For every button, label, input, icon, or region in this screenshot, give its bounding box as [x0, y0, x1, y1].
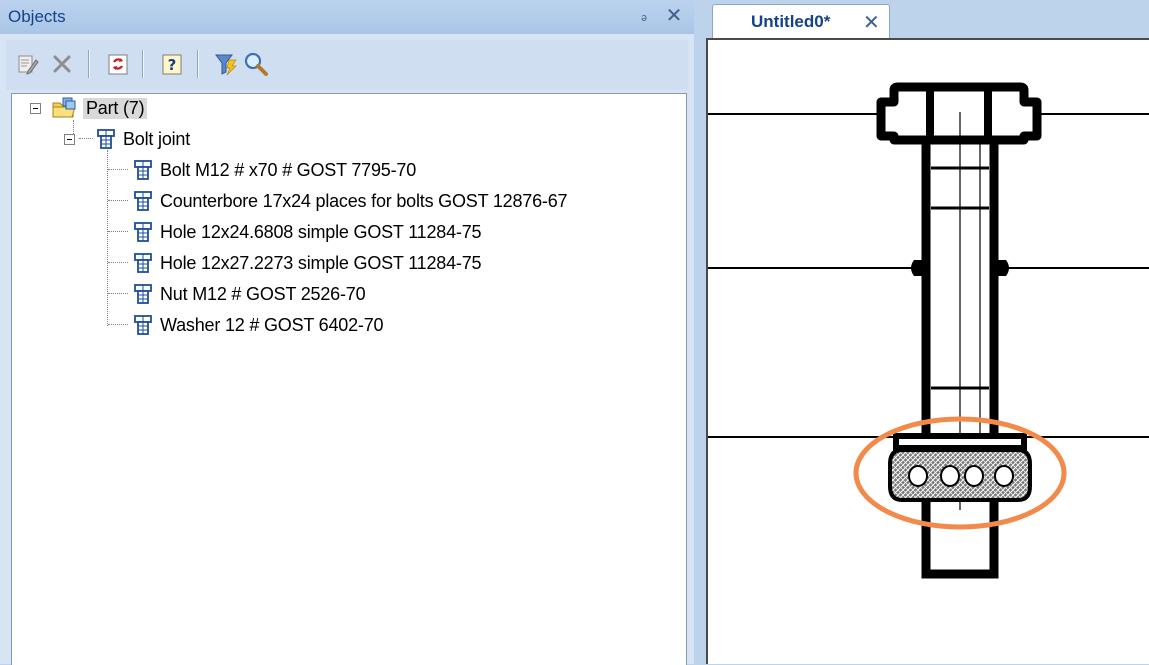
- tree-connector: [108, 324, 128, 325]
- tree-node-label: Hole 12x27.2273 simple GOST 11284-75: [160, 252, 482, 273]
- washer: [893, 433, 1027, 451]
- objects-panel: Objects ₔ ✕ ? Part (7) Bolt joint Bolt M…: [0, 0, 694, 665]
- drawing-canvas[interactable]: [706, 38, 1149, 664]
- tree-node-part[interactable]: Part (7): [30, 94, 148, 122]
- bolt-head: [876, 82, 1042, 145]
- document-area: Untitled0* ✕: [694, 0, 1149, 664]
- tree-node-label: Nut M12 # GOST 2526-70: [160, 283, 366, 304]
- folder-part-icon: [51, 97, 77, 119]
- pin-icon[interactable]: ₔ: [634, 5, 654, 27]
- tree-connector: [108, 293, 128, 294]
- close-tab-icon[interactable]: ✕: [863, 10, 880, 35]
- tree-connector: [107, 150, 108, 326]
- tree-connector: [108, 231, 128, 232]
- help-icon[interactable]: ?: [158, 50, 186, 78]
- nut-hole: [908, 465, 928, 487]
- tab-untitled0[interactable]: Untitled0* ✕: [712, 4, 890, 38]
- objects-panel-title: Objects: [8, 7, 66, 26]
- objects-tree: Part (7) Bolt joint Bolt M12 # x70 # GOS…: [11, 93, 687, 665]
- refresh-icon[interactable]: [104, 50, 132, 78]
- toolbar-separator: [197, 50, 199, 78]
- list-item[interactable]: Hole 12x24.6808 simple GOST 11284-75: [132, 218, 482, 246]
- tree-node-label: Counterbore 17x24 places for bolts GOST …: [160, 190, 568, 211]
- collapse-icon[interactable]: [30, 102, 41, 114]
- tree-connector: [108, 200, 128, 201]
- tree-node-bolt-joint[interactable]: Bolt joint: [64, 125, 190, 153]
- bolt-icon: [132, 159, 154, 181]
- nut-hole: [940, 465, 960, 487]
- bolt-icon: [132, 190, 154, 212]
- bolt-icon: [132, 221, 154, 243]
- edit-icon[interactable]: [14, 50, 42, 78]
- bolt-notch-left: [911, 260, 926, 276]
- filter-icon[interactable]: [212, 50, 240, 78]
- nut-hole: [964, 465, 984, 487]
- toolbar-separator: [142, 50, 144, 78]
- tab-label: Untitled0*: [751, 12, 831, 31]
- tree-connector: [108, 169, 128, 170]
- list-item[interactable]: Bolt M12 # x70 # GOST 7795-70: [132, 156, 416, 184]
- delete-icon[interactable]: [48, 50, 76, 78]
- tree-node-label: Bolt M12 # x70 # GOST 7795-70: [160, 159, 417, 180]
- collapse-icon[interactable]: [64, 133, 75, 145]
- objects-panel-titlebar: Objects ₔ ✕: [0, 0, 694, 34]
- bolt-icon: [95, 128, 117, 150]
- list-item[interactable]: Nut M12 # GOST 2526-70: [132, 280, 366, 308]
- tree-connector: [108, 262, 128, 263]
- tree-node-label: Part (7): [83, 97, 148, 119]
- bolt-icon: [132, 252, 154, 274]
- bolt-joint-drawing: [708, 82, 1149, 579]
- objects-toolbar: ?: [6, 40, 688, 90]
- list-item[interactable]: Hole 12x27.2273 simple GOST 11284-75: [132, 249, 482, 277]
- toolbar-separator: [88, 50, 90, 78]
- list-item[interactable]: Counterbore 17x24 places for bolts GOST …: [132, 187, 568, 215]
- bolt-icon: [132, 283, 154, 305]
- search-icon[interactable]: [242, 50, 270, 78]
- svg-text:?: ?: [168, 56, 177, 74]
- close-panel-button[interactable]: ✕: [664, 5, 684, 27]
- list-item[interactable]: Washer 12 # GOST 6402-70: [132, 311, 384, 339]
- tree-node-label: Bolt joint: [123, 128, 191, 149]
- bolt-icon: [132, 314, 154, 336]
- nut-hole: [994, 465, 1014, 487]
- tree-node-label: Washer 12 # GOST 6402-70: [160, 314, 384, 335]
- bolt-notch-right: [994, 260, 1009, 276]
- tree-node-label: Hole 12x24.6808 simple GOST 11284-75: [160, 221, 482, 242]
